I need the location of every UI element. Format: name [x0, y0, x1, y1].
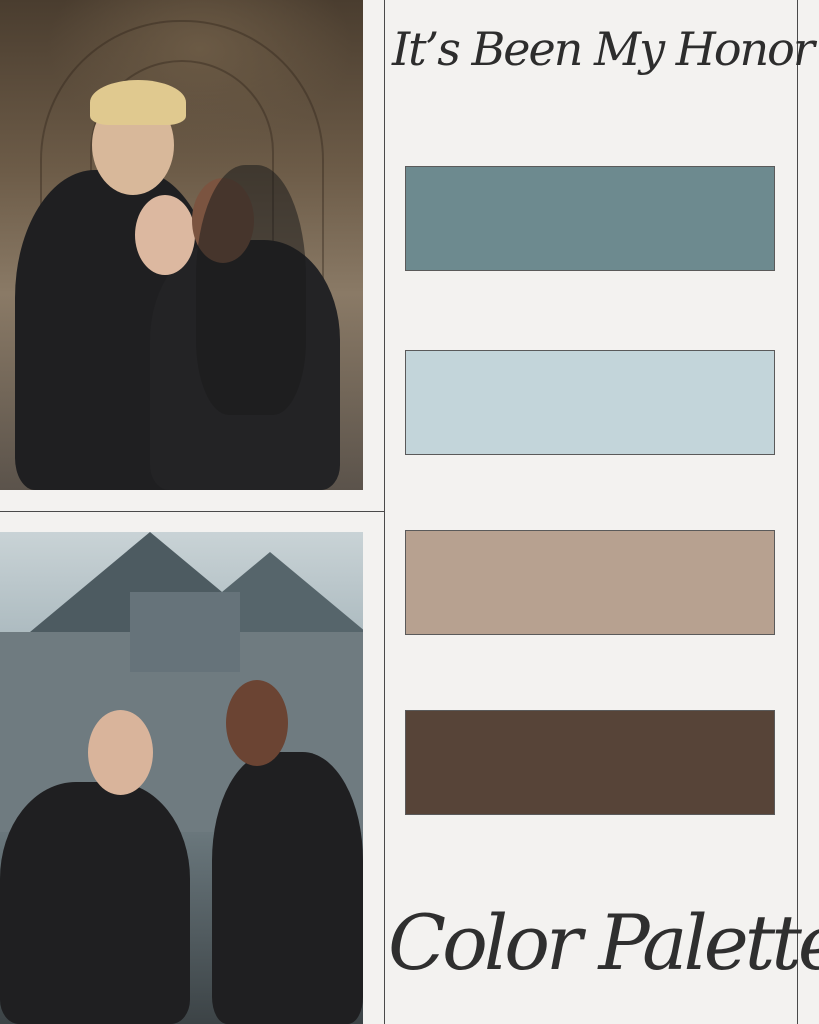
divider-vertical-left: [384, 0, 385, 1024]
head-woman-1: [135, 195, 195, 275]
head-right: [226, 680, 288, 766]
figure-woman-right: [212, 752, 363, 1024]
hair-braids: [196, 165, 306, 415]
divider-vertical-right: [797, 0, 798, 1024]
divider-horizontal: [0, 511, 384, 512]
head-left: [88, 710, 153, 795]
moodboard-page: It’s Been My Honor Color Palette: [0, 0, 819, 1024]
color-swatch-dark-brown: [405, 710, 775, 815]
photo-group-hug: [0, 0, 363, 490]
title-color-palette: Color Palette: [388, 898, 819, 987]
figure-woman-left: [0, 782, 190, 1024]
color-swatch-teal: [405, 166, 775, 271]
hair-blond: [90, 80, 186, 125]
castle-tower: [130, 592, 240, 672]
color-swatch-light-blue: [405, 350, 775, 455]
title-its-been-my-honor: It’s Been My Honor: [392, 22, 815, 76]
photo-snow-castle: [0, 532, 363, 1024]
color-swatch-taupe: [405, 530, 775, 635]
